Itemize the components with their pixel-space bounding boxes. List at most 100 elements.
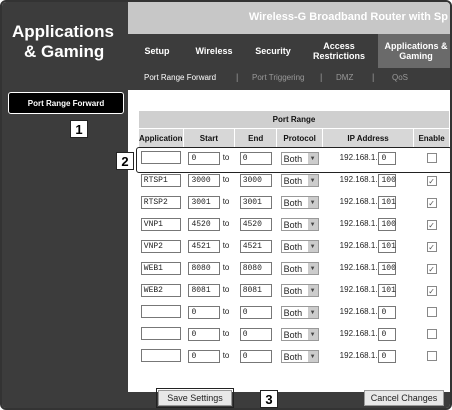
protocol-select[interactable]: Both ▼ xyxy=(280,152,319,166)
ip-prefix: 192.168.1. xyxy=(339,219,378,228)
ip-last-octet-input[interactable]: 100 xyxy=(378,174,397,187)
protocol-select[interactable]: Both ▼ xyxy=(280,306,319,319)
tab-access-restrictions[interactable]: Access Restrictions xyxy=(304,34,374,68)
application-name-input[interactable]: RTSP2 xyxy=(140,196,181,209)
tab-security[interactable]: Security xyxy=(246,34,300,68)
enable-checkbox[interactable]: ✓ xyxy=(426,263,437,274)
subtab-qos[interactable]: QoS xyxy=(392,73,408,82)
table-row: 0 to 0 Both ▼ 192.168.1. 0 xyxy=(139,346,450,368)
cancel-changes-button[interactable]: Cancel Changes xyxy=(364,390,444,406)
protocol-select[interactable]: Both ▼ xyxy=(280,240,319,253)
ip-prefix: 192.168.1. xyxy=(339,285,378,294)
application-name-input[interactable] xyxy=(140,327,181,340)
to-label: to xyxy=(222,329,230,338)
table-row: 0 to 0 Both ▼ 192.168.1. 0 xyxy=(139,302,450,324)
start-port-input[interactable]: 0 xyxy=(188,306,221,319)
end-port-input[interactable]: 0 xyxy=(239,306,272,319)
ip-prefix: 192.168.1. xyxy=(339,329,378,338)
tab-wireless[interactable]: Wireless xyxy=(186,34,242,68)
protocol-value: Both xyxy=(283,329,303,340)
subtab-dmz[interactable]: DMZ xyxy=(336,73,353,82)
to-label: to xyxy=(222,219,230,228)
end-port-input[interactable]: 8081 xyxy=(239,284,272,297)
save-settings-button[interactable]: Save Settings xyxy=(156,388,234,408)
application-name-input[interactable] xyxy=(140,151,181,165)
enable-checkbox[interactable] xyxy=(426,350,437,361)
content-area: Port Range Application Start End Protoco… xyxy=(128,90,450,392)
header-end: End xyxy=(234,128,278,148)
start-port-input[interactable]: 0 xyxy=(188,152,221,166)
ip-last-octet-input[interactable]: 101 xyxy=(378,240,397,253)
enable-checkbox[interactable] xyxy=(426,152,437,163)
router-admin-page: Applications & Gaming Wireless-G Broadba… xyxy=(0,0,452,410)
ip-last-octet-input[interactable]: 0 xyxy=(378,306,397,319)
table-row: VNP1 4520 to 4520 Both ▼ 192.168.1. 100 ✓ xyxy=(139,214,450,236)
application-name-input[interactable]: VNP2 xyxy=(140,240,181,253)
start-port-input[interactable]: 4521 xyxy=(188,240,221,253)
enable-checkbox[interactable] xyxy=(426,328,437,339)
brand-header: Applications & Gaming xyxy=(2,2,128,90)
end-port-input[interactable]: 8080 xyxy=(239,262,272,275)
protocol-select[interactable]: Both ▼ xyxy=(280,218,319,231)
ip-last-octet-input[interactable]: 101 xyxy=(378,284,397,297)
start-port-input[interactable]: 8080 xyxy=(188,262,221,275)
ip-prefix: 192.168.1. xyxy=(339,263,378,272)
chevron-down-icon: ▼ xyxy=(307,153,318,165)
to-label: to xyxy=(222,241,230,250)
end-port-input[interactable]: 3000 xyxy=(239,174,272,187)
start-port-input[interactable]: 4520 xyxy=(188,218,221,231)
subtab-port-triggering[interactable]: Port Triggering xyxy=(252,73,304,82)
end-port-input[interactable]: 0 xyxy=(239,328,272,341)
section-title: Applications & Gaming xyxy=(12,22,114,62)
ip-prefix: 192.168.1. xyxy=(339,197,378,206)
protocol-select[interactable]: Both ▼ xyxy=(280,262,319,275)
start-port-input[interactable]: 3000 xyxy=(188,174,221,187)
protocol-value: Both xyxy=(283,263,303,274)
chevron-down-icon: ▼ xyxy=(307,329,318,340)
protocol-select[interactable]: Both ▼ xyxy=(280,284,319,297)
enable-checkbox[interactable]: ✓ xyxy=(426,197,437,208)
end-port-input[interactable]: 0 xyxy=(239,350,272,363)
chevron-down-icon: ▼ xyxy=(307,219,318,230)
ip-last-octet-input[interactable]: 0 xyxy=(378,350,397,363)
start-port-input[interactable]: 0 xyxy=(188,350,221,363)
ip-last-octet-input[interactable]: 101 xyxy=(378,196,397,209)
table-row: RTSP1 3000 to 3000 Both ▼ 192.168.1. 100 ✓ xyxy=(139,170,450,192)
enable-checkbox[interactable] xyxy=(426,306,437,317)
end-port-input[interactable]: 0 xyxy=(239,152,272,166)
enable-checkbox[interactable]: ✓ xyxy=(426,219,437,230)
protocol-select[interactable]: Both ▼ xyxy=(280,328,319,341)
end-port-input[interactable]: 4520 xyxy=(239,218,272,231)
protocol-select[interactable]: Both ▼ xyxy=(280,350,319,363)
subtab-port-range-forward[interactable]: Port Range Forward xyxy=(144,73,216,82)
chevron-down-icon: ▼ xyxy=(307,197,318,208)
protocol-value: Both xyxy=(283,197,303,208)
application-name-input[interactable]: RTSP1 xyxy=(140,174,181,187)
application-name-input[interactable]: VNP1 xyxy=(140,218,181,231)
port-range-table: Port Range Application Start End Protoco… xyxy=(138,110,450,368)
header-protocol: Protocol xyxy=(276,128,324,148)
protocol-select[interactable]: Both ▼ xyxy=(280,174,319,187)
application-name-input[interactable]: WEB2 xyxy=(140,284,181,297)
enable-checkbox[interactable]: ✓ xyxy=(426,175,437,186)
application-name-input[interactable] xyxy=(140,305,181,318)
ip-last-octet-input[interactable]: 100 xyxy=(378,218,397,231)
section-title-line1: Applications xyxy=(12,22,115,41)
enable-checkbox[interactable]: ✓ xyxy=(426,241,437,252)
protocol-select[interactable]: Both ▼ xyxy=(280,196,319,209)
start-port-input[interactable]: 3001 xyxy=(188,196,221,209)
end-port-input[interactable]: 3001 xyxy=(239,196,272,209)
ip-last-octet-input[interactable]: 100 xyxy=(378,262,397,275)
start-port-input[interactable]: 0 xyxy=(188,328,221,341)
end-port-input[interactable]: 4521 xyxy=(239,240,272,253)
enable-checkbox[interactable]: ✓ xyxy=(426,285,437,296)
tab-applications-gaming[interactable]: Applications & Gaming xyxy=(378,34,450,68)
ip-last-octet-input[interactable]: 0 xyxy=(378,152,397,166)
protocol-value: Both xyxy=(283,153,303,164)
ip-last-octet-input[interactable]: 0 xyxy=(378,328,397,341)
ip-prefix: 192.168.1. xyxy=(339,175,378,184)
tab-setup[interactable]: Setup xyxy=(132,34,182,68)
application-name-input[interactable] xyxy=(140,349,181,362)
start-port-input[interactable]: 8081 xyxy=(188,284,221,297)
application-name-input[interactable]: WEB1 xyxy=(140,262,181,275)
